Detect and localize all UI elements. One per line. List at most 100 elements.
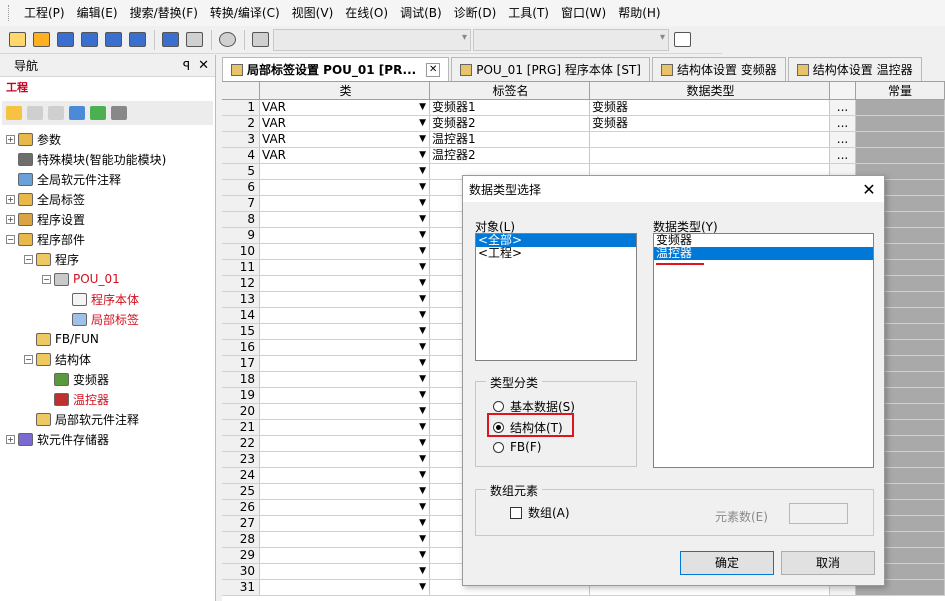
class-cell[interactable]: ▼ [260,260,430,275]
dropdown-arrow-icon[interactable]: ▼ [419,132,426,147]
class-cell[interactable]: ▼ [260,468,430,483]
tree-node[interactable]: − 结构体 [0,349,215,369]
class-cell[interactable]: ▼ [260,564,430,579]
dropdown-arrow-icon[interactable]: ▼ [419,404,426,419]
dropdown-arrow-icon[interactable]: ▼ [419,292,426,307]
dropdown-arrow-icon[interactable]: ▼ [419,372,426,387]
class-cell[interactable]: ▼ [260,244,430,259]
menu-item[interactable]: 工程(P) [18,0,71,26]
class-cell[interactable]: ▼ [260,484,430,499]
class-cell[interactable]: ▼ [260,308,430,323]
menu-item[interactable]: 窗口(W) [555,0,612,26]
header-data-type[interactable]: 数据类型 [590,82,830,99]
tree-node[interactable]: 变频器 [0,369,215,389]
document-icon[interactable] [671,29,693,51]
browse-button[interactable]: ... [830,116,856,131]
tree-node[interactable]: 局部软元件注释 [0,409,215,429]
menu-item[interactable]: 视图(V) [286,0,340,26]
class-cell[interactable]: ▼ [260,580,430,595]
class-cell[interactable]: ▼ [260,532,430,547]
class-cell[interactable]: ▼ [260,180,430,195]
data-type-cell[interactable]: 变频器 [590,116,830,131]
expand-toggle-icon[interactable]: + [6,214,15,224]
binoculars-icon[interactable] [249,29,271,51]
radio-fb-dot[interactable] [493,441,504,453]
find-icon[interactable] [183,29,205,51]
class-cell[interactable]: ▼ [260,548,430,563]
new-data-icon[interactable] [6,106,22,120]
expand-toggle-icon[interactable]: − [42,274,51,284]
data-type-cell[interactable] [590,148,830,163]
dialog-close-icon[interactable]: ✕ [854,180,884,199]
class-cell[interactable]: ▼ [260,228,430,243]
dropdown-arrow-icon[interactable]: ▼ [419,308,426,323]
expand-toggle-icon[interactable]: − [24,254,33,264]
class-cell[interactable]: ▼ [260,372,430,387]
header-constant[interactable]: 常量 [856,82,945,99]
datatype-item-temp-controller[interactable]: 温控器 [654,247,873,260]
object-item-project[interactable]: <工程> [476,247,636,260]
class-cell[interactable]: ▼ [260,436,430,451]
class-cell[interactable]: ▼ [260,276,430,291]
data-type-cell[interactable] [590,132,830,147]
class-cell[interactable]: ▼ [260,292,430,307]
dropdown-arrow-icon[interactable]: ▼ [419,324,426,339]
tree-node[interactable]: + 程序设置 [0,209,215,229]
object-listbox[interactable]: <全部> <工程> [475,233,637,361]
refresh-icon[interactable] [90,106,106,120]
browse-button[interactable]: ... [830,132,856,147]
header-label-name[interactable]: 标签名 [430,82,590,99]
array-checkbox[interactable]: 数组(A) [510,504,570,521]
tree-node[interactable]: 全局软元件注释 [0,169,215,189]
datatype-listbox[interactable]: 变频器 温控器 [653,233,874,468]
dropdown-arrow-icon[interactable]: ▼ [419,436,426,451]
tree-node[interactable]: + 软元件存储器 [0,429,215,449]
device-monitor-icon[interactable] [102,29,124,51]
toolbar-combo-1[interactable] [273,28,471,51]
class-cell[interactable]: ▼ [260,452,430,467]
class-cell[interactable]: ▼ [260,516,430,531]
tree-node[interactable]: − 程序 [0,249,215,269]
browse-button[interactable]: ... [830,100,856,115]
editor-tab[interactable]: 结构体设置 温控器 [787,57,922,81]
class-cell[interactable]: ▼ [260,356,430,371]
class-cell[interactable]: VAR ▼ [260,132,430,147]
tree-node[interactable]: 程序本体 [0,289,215,309]
list-icon[interactable] [54,29,76,51]
element-count-input[interactable] [789,503,848,524]
help-icon[interactable] [216,29,238,51]
device-icon[interactable] [78,29,100,51]
label-name-cell[interactable]: 温控器2 [430,148,590,163]
expand-toggle-icon[interactable]: + [6,134,15,144]
menu-item[interactable]: 诊断(D) [448,0,503,26]
dropdown-arrow-icon[interactable]: ▼ [419,500,426,515]
pin-icon[interactable]: ꟼ [183,59,190,73]
nav-close-icon[interactable]: ✕ [198,58,209,73]
sort-icon[interactable] [111,106,127,120]
menu-item[interactable]: 工具(T) [502,0,555,26]
dropdown-arrow-icon[interactable]: ▼ [419,244,426,259]
paste-icon[interactable] [48,106,64,120]
tree-node[interactable]: 温控器 [0,389,215,409]
copy-icon[interactable] [27,106,43,120]
dropdown-arrow-icon[interactable]: ▼ [419,420,426,435]
class-cell[interactable]: ▼ [260,388,430,403]
tab-close-icon[interactable]: ✕ [426,62,441,77]
dropdown-arrow-icon[interactable]: ▼ [419,196,426,211]
expand-toggle-icon[interactable]: + [6,194,15,204]
ok-button[interactable]: 确定 [680,551,774,575]
expand-toggle-icon[interactable]: − [6,234,15,244]
dropdown-arrow-icon[interactable]: ▼ [419,100,426,115]
tree-node[interactable]: + 全局标签 [0,189,215,209]
tree-node[interactable]: 特殊模块(智能功能模块) [0,149,215,169]
editor-tab[interactable]: 结构体设置 变频器 [651,57,786,81]
class-cell[interactable]: VAR ▼ [260,116,430,131]
dropdown-arrow-icon[interactable]: ▼ [419,356,426,371]
dropdown-arrow-icon[interactable]: ▼ [419,116,426,131]
tree-node[interactable]: 局部标签 [0,309,215,329]
tree-node[interactable]: − POU_01 [0,269,215,289]
label-name-cell[interactable]: 温控器1 [430,132,590,147]
expand-toggle-icon[interactable]: − [24,354,33,364]
dropdown-arrow-icon[interactable]: ▼ [419,484,426,499]
dropdown-arrow-icon[interactable]: ▼ [419,148,426,163]
